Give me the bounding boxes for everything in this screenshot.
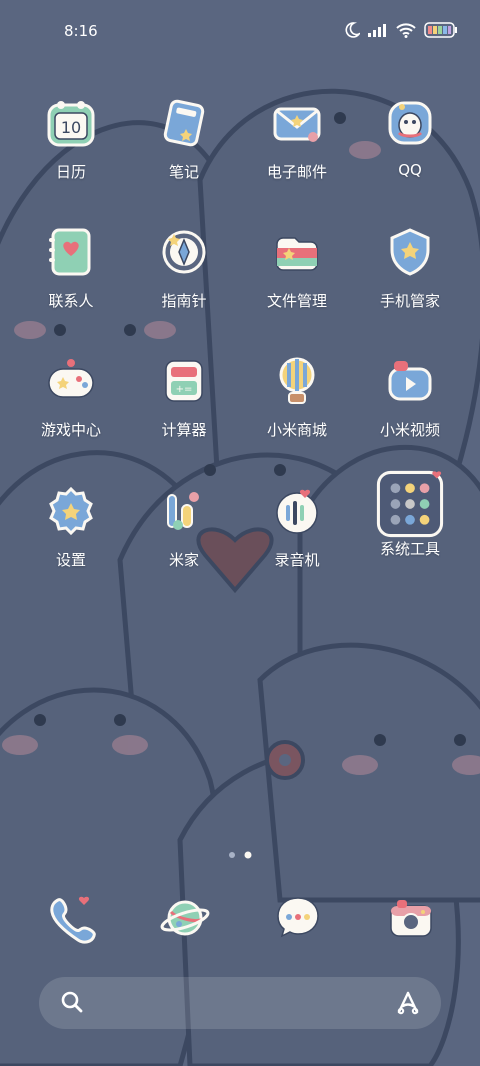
- mi-video-icon: [388, 361, 432, 401]
- security-icon: [390, 228, 430, 276]
- app-file-manager[interactable]: 文件管理: [242, 224, 352, 311]
- folder-icon: [376, 470, 444, 538]
- app-label: 游戏中心: [40, 421, 101, 439]
- browser-planet-icon: [160, 900, 210, 936]
- page-dot-1[interactable]: [229, 852, 235, 858]
- compass-icon: [162, 230, 206, 274]
- mi-store-icon: [279, 357, 315, 404]
- email-icon: [273, 107, 321, 142]
- search-icon[interactable]: [59, 989, 85, 1015]
- app-recorder[interactable]: 录音机: [242, 483, 352, 570]
- app-notes[interactable]: 笔记: [129, 95, 239, 182]
- messages-icon: [277, 897, 319, 938]
- phone-icon: [50, 896, 96, 944]
- game-center-icon: [48, 359, 94, 398]
- moon-icon: [345, 22, 360, 38]
- app-label: 设置: [55, 551, 86, 569]
- app-settings[interactable]: 设置: [16, 483, 126, 570]
- page-dot-2[interactable]: [244, 851, 252, 859]
- app-label: 文件管理: [266, 292, 327, 310]
- app-label: 米家: [168, 551, 199, 569]
- mijia-icon: [167, 492, 199, 530]
- app-calendar[interactable]: 10 日历: [16, 95, 126, 182]
- contacts-icon: [49, 228, 91, 276]
- signal-icon: [368, 24, 386, 37]
- app-label: 日历: [55, 163, 86, 181]
- app-compass[interactable]: 指南针: [129, 224, 239, 311]
- dock-camera[interactable]: [383, 890, 439, 946]
- file-manager-icon: [276, 237, 318, 271]
- status-icons: [344, 22, 458, 38]
- app-label: 笔记: [168, 163, 199, 181]
- status-time: 8:16: [64, 22, 98, 40]
- app-system-tools-folder[interactable]: 系统工具: [355, 470, 465, 559]
- app-mi-store[interactable]: 小米商城: [242, 353, 352, 440]
- calendar-icon: 10: [47, 101, 95, 147]
- app-label: 录音机: [274, 551, 320, 569]
- app-security[interactable]: 手机管家: [355, 224, 465, 311]
- recorder-icon: [276, 489, 318, 534]
- search-bar[interactable]: [39, 977, 441, 1029]
- app-calculator[interactable]: += 计算器: [129, 353, 239, 440]
- calculator-icon: +=: [165, 360, 203, 402]
- app-mijia[interactable]: 米家: [129, 483, 239, 570]
- app-mi-video[interactable]: 小米视频: [355, 353, 465, 440]
- app-game-center[interactable]: 游戏中心: [16, 353, 126, 440]
- app-contacts[interactable]: 联系人: [16, 224, 126, 311]
- battery-icon: [424, 22, 457, 38]
- dock-browser[interactable]: [157, 890, 213, 946]
- app-label: 小米商城: [266, 421, 327, 439]
- calendar-day: 10: [61, 118, 81, 137]
- app-label: 联系人: [48, 292, 94, 310]
- notes-icon: [163, 99, 205, 147]
- app-label: 小米视频: [379, 421, 440, 439]
- app-email[interactable]: 电子邮件: [242, 95, 352, 182]
- qq-icon: [388, 101, 432, 145]
- app-qq[interactable]: QQ: [355, 95, 465, 179]
- app-label: 系统工具: [379, 540, 440, 558]
- dock-phone[interactable]: [44, 890, 100, 946]
- wifi-icon: [396, 22, 416, 38]
- app-label: 电子邮件: [266, 163, 327, 181]
- app-label: QQ: [398, 161, 422, 179]
- app-label: 指南针: [161, 292, 207, 310]
- settings-icon: [49, 486, 93, 536]
- assistant-icon[interactable]: [395, 990, 421, 1016]
- camera-icon: [390, 900, 432, 937]
- status-bar: 8:16: [0, 0, 480, 62]
- app-label: 手机管家: [379, 292, 440, 310]
- dock-messages[interactable]: [270, 890, 326, 946]
- page-indicator: [229, 851, 252, 859]
- svg-text:+=: +=: [176, 384, 193, 395]
- app-label: 计算器: [161, 421, 207, 439]
